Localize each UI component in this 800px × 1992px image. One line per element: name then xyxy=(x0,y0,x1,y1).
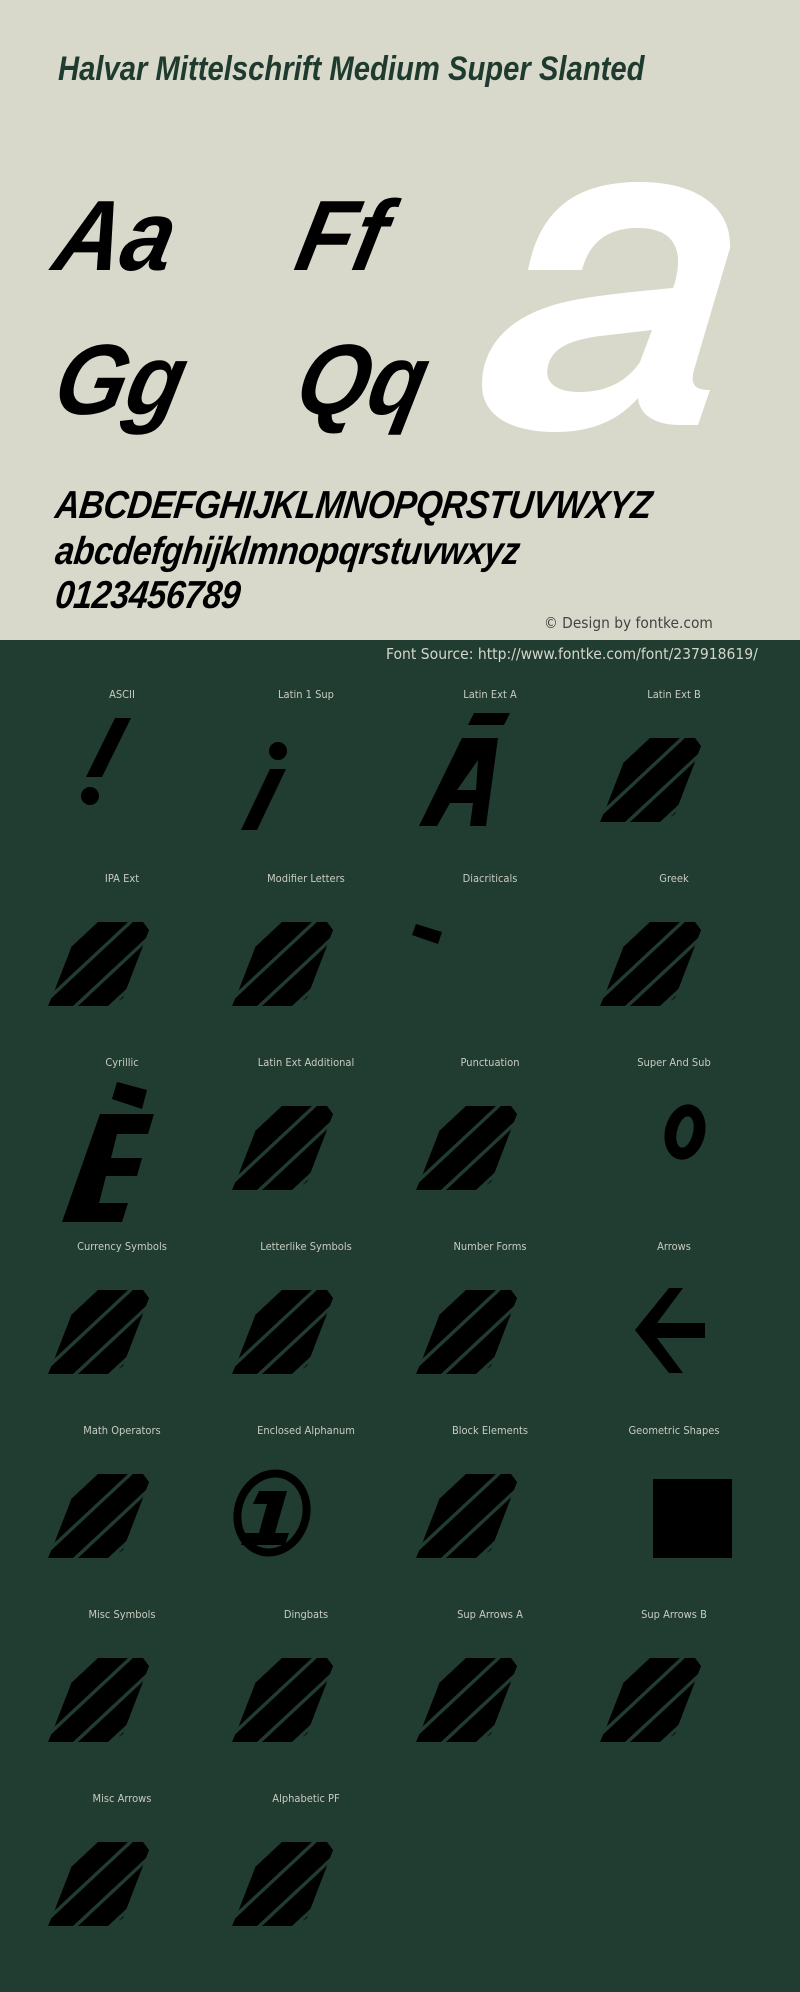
block-label: Block Elements xyxy=(451,1424,529,1437)
missing-glyph-icon xyxy=(600,738,701,822)
block-label: Sup Arrows B xyxy=(641,1608,707,1621)
missing-glyph-icon xyxy=(416,1658,517,1742)
left-arrow-glyph-icon xyxy=(635,1288,705,1373)
uppercase-sample: ABCDEFGHIJKLMNOPQRSTUVWXYZ xyxy=(52,484,654,527)
block-cell: Sup Arrows B xyxy=(582,1608,766,1792)
block-cell: IPA Ext xyxy=(30,872,214,1056)
hero-glyph-a xyxy=(482,182,731,432)
circled-one-glyph-icon xyxy=(233,1469,311,1557)
block-cell: ASCII xyxy=(30,688,214,872)
specimen-pair-gg: Gg xyxy=(45,324,198,436)
digits-sample: 0123456789 xyxy=(52,574,243,617)
superscript-zero-glyph-icon xyxy=(664,1104,706,1160)
block-cell: Alphabetic PF xyxy=(214,1792,398,1976)
block-label: IPA Ext xyxy=(104,872,140,885)
block-label: Latin 1 Sup xyxy=(278,688,334,701)
block-cell: Block Elements xyxy=(398,1424,582,1608)
specimen-pair-aa: Aa xyxy=(45,180,187,292)
block-label: Misc Symbols xyxy=(88,1608,156,1621)
block-cell: Geometric Shapes xyxy=(582,1424,766,1608)
block-cell: Letterlike Symbols xyxy=(214,1240,398,1424)
exclamation-glyph-icon xyxy=(81,718,131,805)
missing-glyph-icon xyxy=(416,1474,517,1558)
missing-glyph-icon xyxy=(600,922,701,1006)
block-cell: Latin Ext B xyxy=(582,688,766,872)
copyright-text: © Design by fontke.com xyxy=(544,614,713,632)
missing-glyph-icon xyxy=(416,1290,517,1374)
missing-glyph-icon xyxy=(48,1474,149,1558)
block-cell: Cyrillic xyxy=(30,1056,214,1240)
block-label: Arrows xyxy=(657,1240,691,1253)
block-label: Super And Sub xyxy=(637,1056,711,1069)
block-cell: Sup Arrows A xyxy=(398,1608,582,1792)
block-cell: Modifier Letters xyxy=(214,872,398,1056)
block-label: Greek xyxy=(659,872,689,885)
missing-glyph-icon xyxy=(232,1290,333,1374)
block-label: Currency Symbols xyxy=(77,1240,167,1253)
block-label: Diacriticals xyxy=(462,872,518,885)
missing-glyph-icon xyxy=(232,922,333,1006)
lowercase-sample: abcdefghijklmnopqrstuvwxyz xyxy=(52,530,523,573)
specimen-pair-ff: Ff xyxy=(287,180,399,292)
e-grave-glyph-icon xyxy=(62,1082,154,1222)
specimen-pair-qq: Qq xyxy=(287,324,440,436)
missing-glyph-icon xyxy=(600,1658,701,1742)
black-square-glyph-icon xyxy=(653,1479,732,1558)
missing-glyph-icon xyxy=(48,1658,149,1742)
block-cell: Latin Ext Additional xyxy=(214,1056,398,1240)
block-cell: Latin 1 Sup xyxy=(214,688,398,872)
block-label: Latin Ext B xyxy=(647,688,701,701)
block-cell: Greek xyxy=(582,872,766,1056)
missing-glyph-icon xyxy=(48,1290,149,1374)
missing-glyph-icon xyxy=(48,922,149,1006)
block-cell: Diacriticals xyxy=(398,872,582,1056)
block-cell: Currency Symbols xyxy=(30,1240,214,1424)
block-label: Letterlike Symbols xyxy=(260,1240,352,1253)
specimen-panel: Halvar Mittelschrift Medium Super Slante… xyxy=(0,0,800,640)
block-cell: Misc Arrows xyxy=(30,1792,214,1976)
block-label: Dingbats xyxy=(283,1608,329,1621)
grave-accent-glyph-icon xyxy=(412,924,442,944)
block-cell: Punctuation xyxy=(398,1056,582,1240)
font-title: Halvar Mittelschrift Medium Super Slante… xyxy=(58,50,645,88)
block-label: Geometric Shapes xyxy=(628,1424,720,1437)
block-label: Cyrillic xyxy=(105,1056,139,1069)
block-cell: Math Operators xyxy=(30,1424,214,1608)
block-label: Latin Ext Additional xyxy=(257,1056,355,1069)
block-label: Punctuation xyxy=(460,1056,520,1069)
block-label: Misc Arrows xyxy=(92,1792,152,1805)
block-label: ASCII xyxy=(109,688,135,701)
block-label: Number Forms xyxy=(453,1240,527,1253)
a-macron-glyph-icon xyxy=(419,713,510,826)
block-cell: Latin Ext A xyxy=(398,688,582,872)
block-cell: Dingbats xyxy=(214,1608,398,1792)
block-label: Math Operators xyxy=(83,1424,161,1437)
missing-glyph-icon xyxy=(416,1106,517,1190)
block-cell: Enclosed Alphanum xyxy=(214,1424,398,1608)
missing-glyph-icon xyxy=(232,1842,333,1926)
block-label: Alphabetic PF xyxy=(272,1792,340,1805)
block-label: Latin Ext A xyxy=(463,688,517,701)
block-cell: Number Forms xyxy=(398,1240,582,1424)
block-cell: Super And Sub xyxy=(582,1056,766,1240)
block-cell: Misc Symbols xyxy=(30,1608,214,1792)
missing-glyph-icon xyxy=(232,1106,333,1190)
missing-glyph-icon xyxy=(232,1658,333,1742)
block-label: Enclosed Alphanum xyxy=(257,1424,355,1437)
font-source-link[interactable]: Font Source: http://www.fontke.com/font/… xyxy=(386,645,758,663)
block-cell: Arrows xyxy=(582,1240,766,1424)
block-label: Modifier Letters xyxy=(267,872,345,885)
block-label: Sup Arrows A xyxy=(457,1608,523,1621)
missing-glyph-icon xyxy=(48,1842,149,1926)
inverted-exclamation-glyph-icon xyxy=(241,742,287,830)
